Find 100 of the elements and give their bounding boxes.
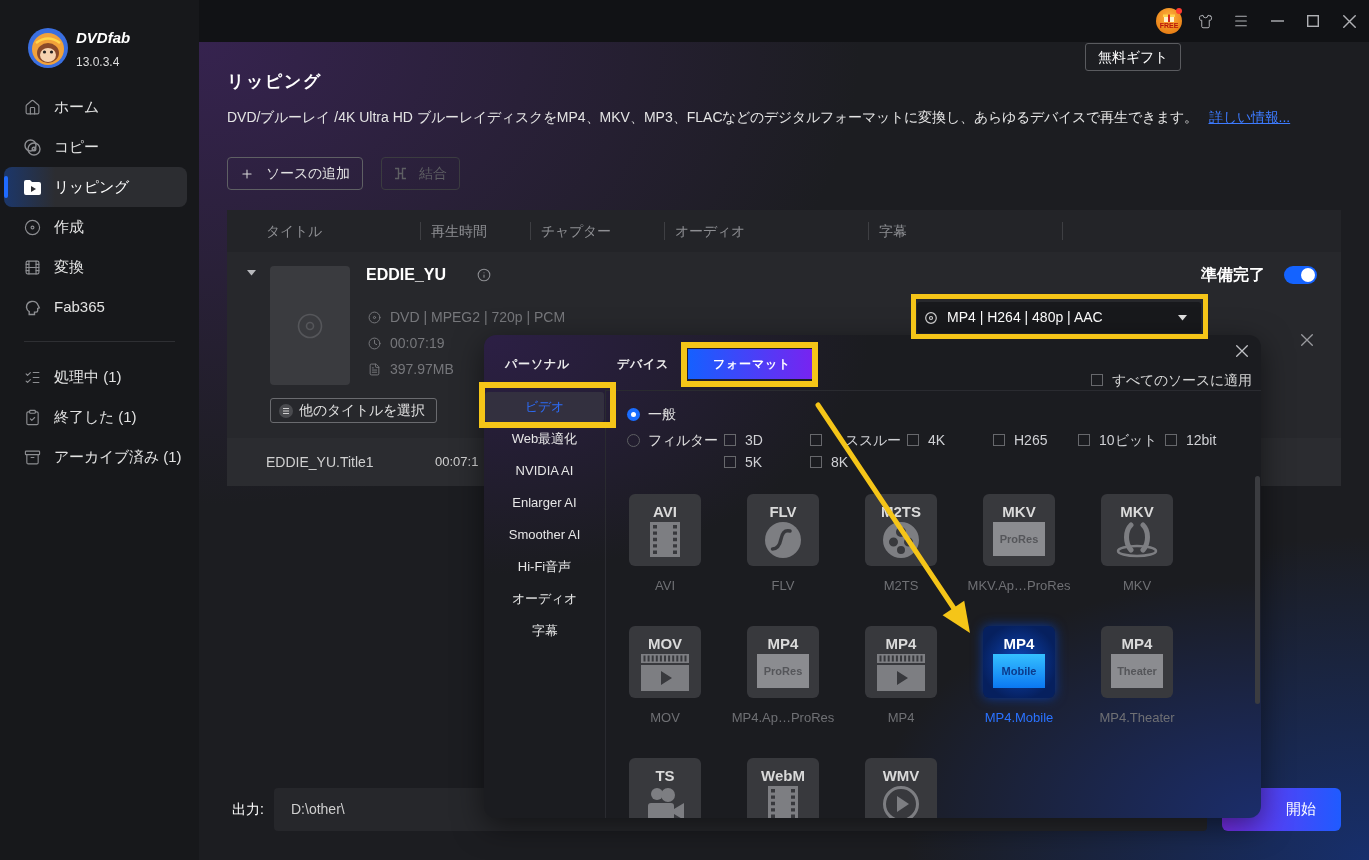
status-label: 準備完了 <box>1201 266 1265 284</box>
sidebar-item[interactable]: Fab365 <box>4 287 187 327</box>
sidebar-item[interactable]: アーカイブ済み (1) <box>4 437 187 477</box>
category-item[interactable]: Smoother AI <box>485 525 604 545</box>
tooltip: 無料ギフト <box>1085 43 1181 71</box>
format-label: MP4.Theater <box>1099 710 1175 726</box>
monkey-logo-icon <box>28 28 68 68</box>
scrollbar[interactable] <box>1255 476 1260 704</box>
page-description: DVD/ブルーレイ /4K Ultra HD ブルーレイディスクをMP4、MKV、MP3、FLACなどのデジタルフォーマットに変換し、あらゆるデバイスで再生できます。 詳しい情報... <box>227 108 1292 126</box>
select-titles-button[interactable]: 他のタイトルを選択 <box>270 398 437 423</box>
checkbox[interactable] <box>907 434 919 446</box>
checkbox[interactable] <box>810 456 822 468</box>
checkbox-label: ススルー <box>845 430 901 450</box>
radio-label: フィルター <box>648 430 718 450</box>
checkbox[interactable] <box>724 456 736 468</box>
close-icon <box>1342 14 1356 28</box>
clock-icon <box>368 336 381 350</box>
column-header: 字幕 <box>879 221 907 241</box>
column-header: チャプター <box>541 221 611 241</box>
format-plate: Mobile <box>993 654 1045 688</box>
checkbox-label: 10ビット <box>1099 430 1157 450</box>
minimize-icon <box>1270 20 1284 22</box>
source-detail: 00:07:19 <box>390 333 445 353</box>
format-tile[interactable]: WebM <box>747 758 819 818</box>
remove-button[interactable] <box>1301 334 1313 346</box>
sidebar-item[interactable]: リッピング <box>4 167 187 207</box>
file-icon <box>368 362 381 376</box>
sidebar-item[interactable]: 終了した (1) <box>4 397 187 437</box>
page-title: リッピング <box>227 71 323 93</box>
checkbox-label: 8K <box>831 452 849 472</box>
details-link[interactable]: 詳しい情報... <box>1208 109 1291 125</box>
caret-icon[interactable] <box>247 268 256 277</box>
format-tile[interactable]: AVI <box>629 494 701 566</box>
checkbox-label: 3D <box>745 430 763 450</box>
format-tile[interactable]: FLV <box>747 494 819 566</box>
flash-swoosh-icon <box>765 522 801 558</box>
format-tile[interactable]: MKV <box>1101 494 1173 566</box>
format-label: MP4 <box>887 710 915 726</box>
format-label: MKV <box>1122 578 1152 594</box>
sidebar-item[interactable]: 作成 <box>4 207 187 247</box>
format-tile[interactable]: MP4 Mobile <box>983 626 1055 698</box>
source-detail: DVD | MPEG2 | 720p | PCM <box>390 307 566 327</box>
app-name: DVDfab <box>76 29 131 47</box>
checkbox-label: すべてのソースに適用 <box>1112 372 1252 388</box>
checkbox[interactable] <box>1078 434 1090 446</box>
format-label: MOV <box>650 710 680 726</box>
radio-label: 一般 <box>648 404 676 424</box>
checkbox[interactable] <box>810 434 822 446</box>
checkbox[interactable] <box>993 434 1005 446</box>
plus-icon <box>240 166 254 181</box>
film-icon <box>24 258 41 276</box>
title-duration: 00:07:1 <box>435 453 479 472</box>
checkbox[interactable] <box>1165 434 1177 446</box>
popup-tab[interactable]: パーソナル <box>495 349 580 379</box>
shirt-icon <box>1197 13 1213 29</box>
ready-toggle[interactable] <box>1284 266 1317 284</box>
title-name: EDDIE_YU.Title1 <box>266 452 375 472</box>
category-item[interactable]: 字幕 <box>485 621 604 641</box>
sidebar-item[interactable]: 処理中 (1) <box>4 357 187 397</box>
column-header: オーディオ <box>675 221 745 241</box>
profile-dropdown[interactable]: MP4 | H264 | 480p | AAC <box>917 302 1201 333</box>
sidebar-item[interactable]: 変換 <box>4 247 187 287</box>
close-icon <box>1301 334 1313 346</box>
sidebar-item[interactable]: ホーム <box>4 87 187 127</box>
video-frame-icon <box>877 654 925 691</box>
toolbar-button[interactable]: ソースの追加 <box>227 157 363 190</box>
clipboard-check-icon <box>24 408 41 426</box>
format-tile[interactable]: MP4 <box>865 626 937 698</box>
film-strip-icon <box>768 786 798 818</box>
caret-down-icon <box>1178 314 1187 321</box>
folder-play-icon <box>24 178 41 196</box>
checkbox-label: 12bit <box>1186 430 1217 450</box>
category-item[interactable]: Enlarger AI <box>485 493 604 513</box>
category-item[interactable]: Hi-Fi音声 <box>485 557 604 577</box>
checkbox-label: 5K <box>745 452 763 472</box>
format-label: AVI <box>655 578 675 594</box>
format-tile[interactable]: WMV <box>865 758 937 818</box>
app-version: 13.0.3.4 <box>76 55 121 69</box>
category-item[interactable]: オーディオ <box>485 589 604 609</box>
format-label: MP4.Ap…ProRes <box>731 710 835 726</box>
format-tile[interactable]: MOV <box>629 626 701 698</box>
popup-tab[interactable]: デバイス <box>607 349 679 379</box>
category-item[interactable]: Web最適化 <box>485 429 604 449</box>
format-label: MP4.Mobile <box>984 710 1054 726</box>
video-camera-icon <box>645 786 685 818</box>
column-header: タイトル <box>266 221 322 241</box>
disc-icon <box>368 310 381 324</box>
checkbox-label: 4K <box>928 430 946 450</box>
checkbox[interactable] <box>724 434 736 446</box>
close-button[interactable] <box>1236 345 1248 357</box>
gift-icon <box>1163 13 1175 22</box>
format-label: FLV <box>771 578 795 594</box>
category-item[interactable]: NVIDIA AI <box>485 461 604 481</box>
sidebar-item[interactable]: コピー <box>4 127 187 167</box>
format-label: M2TS <box>883 578 919 594</box>
checkbox[interactable] <box>1091 374 1103 386</box>
column-header: 再生時間 <box>431 221 487 241</box>
radio-button[interactable] <box>627 407 640 421</box>
format-tile[interactable]: TS <box>629 758 701 818</box>
output-label: 出力: <box>232 800 265 819</box>
